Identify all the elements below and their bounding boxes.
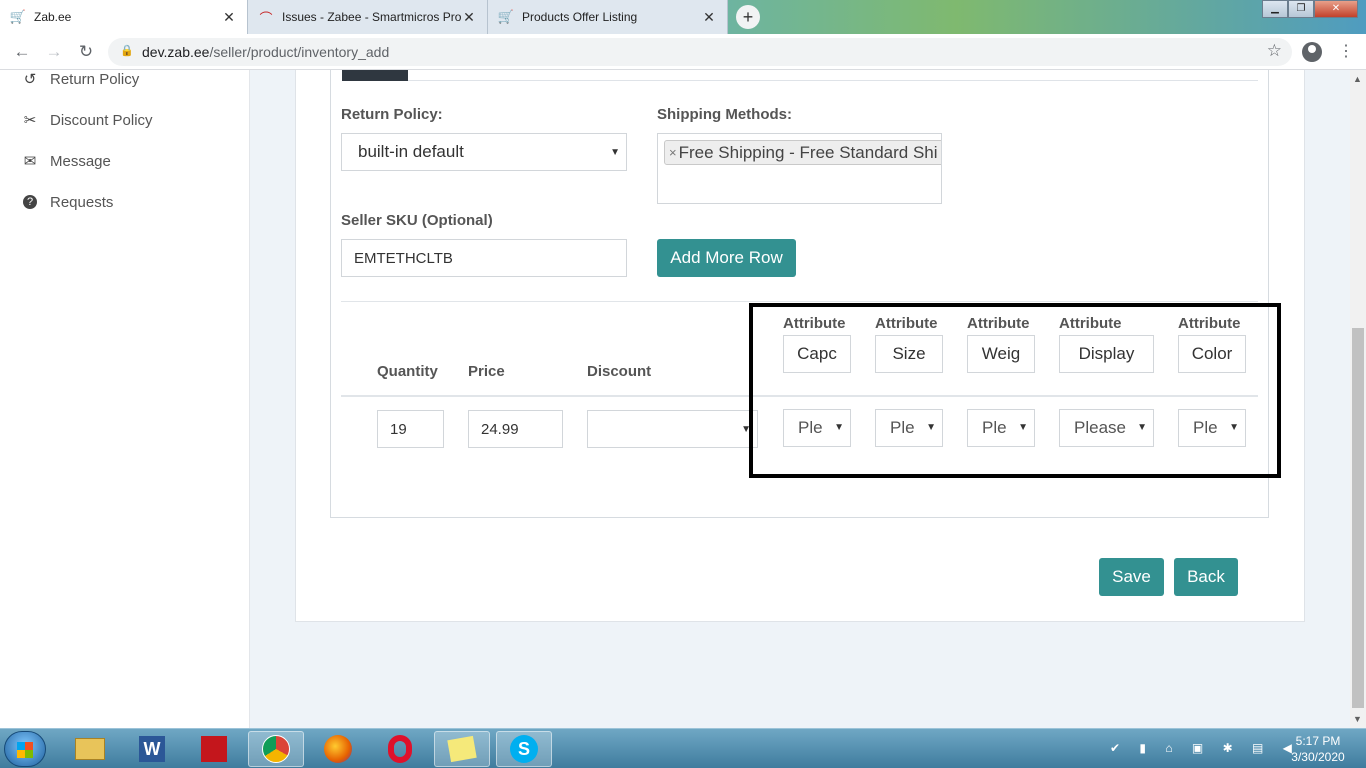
window-controls: ▁ ❐ ✕ bbox=[1262, 0, 1358, 18]
url-text: dev.zab.ee/seller/product/inventory_add bbox=[142, 44, 389, 60]
sidebar-item-return-policy[interactable]: ↺ Return Policy bbox=[18, 70, 140, 91]
tab-title: Products Offer Listing bbox=[522, 10, 638, 24]
seller-sku-value: EMTETHCLTB bbox=[354, 249, 453, 267]
cart-icon: 🛒 bbox=[497, 9, 515, 24]
question-circle-icon: ? bbox=[23, 195, 37, 209]
price-value: 24.99 bbox=[481, 420, 519, 438]
close-tab-icon[interactable]: ✕ bbox=[461, 9, 477, 26]
sidebar-item-requests[interactable]: ? Requests bbox=[18, 190, 113, 214]
chrome-icon[interactable] bbox=[248, 731, 304, 767]
sidebar-item-label: Discount Policy bbox=[50, 111, 153, 129]
tab-zabee[interactable]: 🛒 Zab.ee ✕ bbox=[0, 0, 248, 34]
sidebar-item-label: Return Policy bbox=[50, 70, 140, 88]
word-icon[interactable]: W bbox=[124, 731, 180, 767]
maximize-icon[interactable]: ❐ bbox=[1288, 0, 1314, 18]
discount-select[interactable]: ▼ bbox=[587, 410, 758, 448]
page-viewport: ↺ Return Policy ✂ Discount Policy ✉ Mess… bbox=[0, 70, 1350, 728]
clock-date: 3/30/2020 bbox=[1291, 750, 1345, 764]
skype-icon[interactable]: S bbox=[496, 731, 552, 767]
scissors-icon: ✂ bbox=[23, 112, 37, 129]
cart-icon: 🛒 bbox=[9, 9, 27, 24]
back-button[interactable]: Back bbox=[1174, 558, 1238, 596]
active-form-tab[interactable] bbox=[342, 70, 408, 81]
system-tray-icons[interactable]: ✔ ▮ ⌂ ▣ ✱ ▤ ◀ bbox=[1110, 741, 1300, 755]
close-tab-icon[interactable]: ✕ bbox=[221, 9, 237, 26]
windows-taskbar: W S ✔ ▮ ⌂ ▣ ✱ ▤ ◀ 5:17 PM 3/30/2020 bbox=[0, 728, 1366, 768]
section-divider bbox=[341, 301, 1258, 302]
undo-icon: ↺ bbox=[23, 71, 37, 88]
chevron-down-icon: ▼ bbox=[610, 147, 620, 158]
file-explorer-icon[interactable] bbox=[62, 731, 118, 767]
quantity-value: 19 bbox=[390, 420, 407, 438]
back-arrow-icon[interactable]: ← bbox=[12, 42, 32, 62]
taskbar-clock[interactable]: 5:17 PM 3/30/2020 bbox=[1278, 733, 1358, 765]
annotation-highlight-box bbox=[749, 303, 1281, 478]
forward-arrow-icon[interactable]: → bbox=[44, 42, 64, 62]
seller-sku-label: Seller SKU (Optional) bbox=[341, 212, 493, 229]
shipping-chip-label: Free Shipping - Free Standard Shi bbox=[678, 142, 938, 162]
new-tab-button[interactable]: + bbox=[736, 5, 760, 29]
price-header: Price bbox=[468, 363, 505, 380]
sidebar-item-discount-policy[interactable]: ✂ Discount Policy bbox=[18, 108, 153, 132]
sticky-notes-icon[interactable] bbox=[434, 731, 490, 767]
sidebar-item-label: Requests bbox=[50, 193, 114, 211]
scroll-up-arrow-icon[interactable]: ▲ bbox=[1353, 74, 1362, 84]
return-policy-label: Return Policy: bbox=[341, 106, 443, 123]
address-bar[interactable]: 🔒 dev.zab.ee/seller/product/inventory_ad… bbox=[108, 38, 1292, 66]
acrobat-icon[interactable] bbox=[186, 731, 242, 767]
profile-avatar-icon[interactable] bbox=[1302, 42, 1322, 62]
shipping-methods-label: Shipping Methods: bbox=[657, 106, 792, 123]
price-input[interactable]: 24.99 bbox=[468, 410, 563, 448]
minimize-icon[interactable]: ▁ bbox=[1262, 0, 1288, 18]
discount-header: Discount bbox=[587, 363, 652, 380]
close-window-icon[interactable]: ✕ bbox=[1314, 0, 1358, 18]
return-policy-value: built-in default bbox=[358, 142, 464, 161]
page-scrollbar[interactable]: ▲ ▼ bbox=[1350, 70, 1366, 728]
shipping-methods-multiselect[interactable]: × Free Shipping - Free Standard Shi bbox=[657, 133, 942, 204]
remove-chip-icon[interactable]: × bbox=[669, 145, 677, 160]
firefox-icon[interactable] bbox=[310, 731, 366, 767]
url-host: dev.zab.ee bbox=[142, 44, 210, 60]
reload-icon[interactable]: ↻ bbox=[76, 42, 96, 62]
seller-sidebar: ↺ Return Policy ✂ Discount Policy ✉ Mess… bbox=[0, 70, 250, 728]
add-more-row-button[interactable]: Add More Row bbox=[657, 239, 796, 277]
return-policy-select[interactable]: built-in default ▼ bbox=[341, 133, 627, 171]
quantity-header: Quantity bbox=[377, 363, 438, 380]
tab-products-offer-listing[interactable]: 🛒 Products Offer Listing ✕ bbox=[488, 0, 728, 34]
shipping-method-chip: × Free Shipping - Free Standard Shi bbox=[664, 140, 941, 165]
seller-sku-input[interactable]: EMTETHCLTB bbox=[341, 239, 627, 277]
kebab-menu-icon[interactable]: ⋮ bbox=[1338, 42, 1354, 62]
url-path: /seller/product/inventory_add bbox=[209, 44, 390, 60]
sidebar-item-label: Message bbox=[50, 152, 111, 170]
clock-time: 5:17 PM bbox=[1295, 734, 1341, 748]
sidebar-item-message[interactable]: ✉ Message bbox=[18, 149, 111, 173]
browser-tab-strip: 🛒 Zab.ee ✕ ⌒ Issues - Zabee - Smartmicro… bbox=[0, 0, 1366, 34]
bookmark-star-icon[interactable]: ☆ bbox=[1267, 41, 1282, 61]
scroll-down-arrow-icon[interactable]: ▼ bbox=[1353, 714, 1362, 724]
lock-icon: 🔒 bbox=[120, 45, 134, 57]
tab-title: Zab.ee bbox=[34, 10, 72, 24]
envelope-icon: ✉ bbox=[23, 153, 37, 170]
close-tab-icon[interactable]: ✕ bbox=[701, 9, 717, 26]
opera-icon[interactable] bbox=[372, 731, 428, 767]
tab-issues[interactable]: ⌒ Issues - Zabee - Smartmicros Pro ✕ bbox=[248, 0, 488, 34]
scrollbar-thumb[interactable] bbox=[1352, 328, 1364, 708]
tab-underline bbox=[408, 80, 1258, 81]
browser-toolbar: ← → ↻ 🔒 dev.zab.ee/seller/product/invent… bbox=[0, 34, 1366, 70]
tab-title: Issues - Zabee - Smartmicros Pro bbox=[282, 10, 461, 24]
issue-tracker-icon: ⌒ bbox=[259, 10, 273, 26]
save-button[interactable]: Save bbox=[1099, 558, 1164, 596]
start-button[interactable] bbox=[4, 731, 46, 767]
quantity-input[interactable]: 19 bbox=[377, 410, 444, 448]
